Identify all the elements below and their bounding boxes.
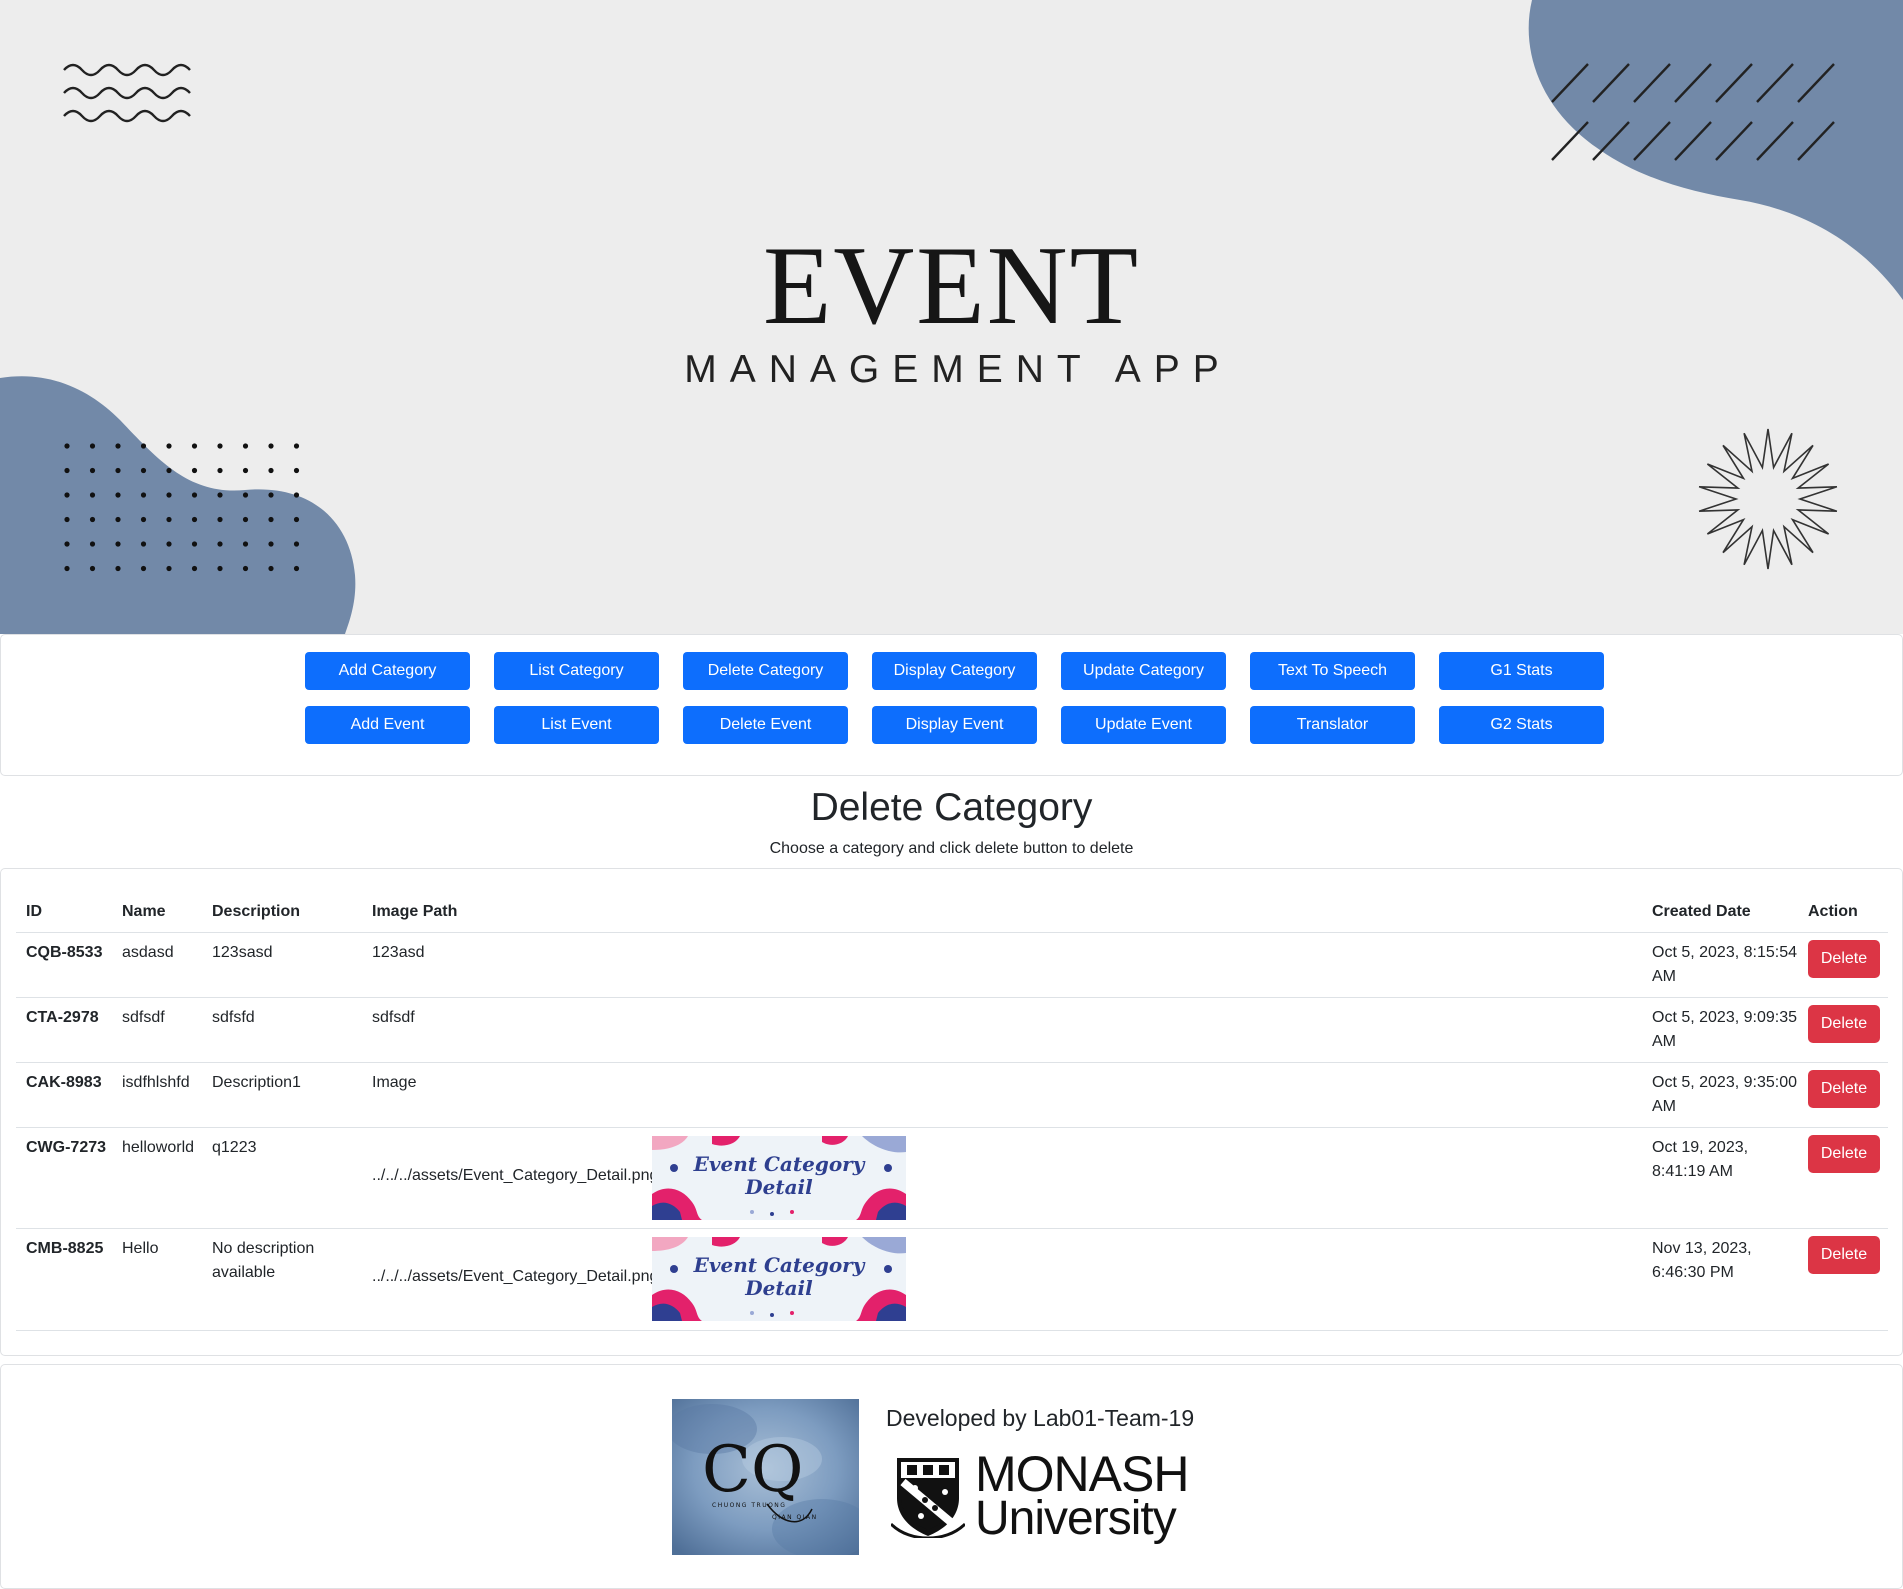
delete-row-button[interactable]: Delete — [1808, 940, 1880, 978]
category-image: Event Category Detail — [652, 1237, 906, 1321]
row-id: CAK-8983 — [26, 1074, 102, 1091]
delete-event-button[interactable]: Delete Event — [683, 706, 848, 744]
row-description: Description1 — [212, 1074, 301, 1091]
row-image-path: sdfsdf — [372, 1009, 415, 1026]
header-image-path: Image Path — [372, 903, 458, 920]
row-date-line1: Oct 5, 2023, 8:15:54 — [1652, 944, 1797, 961]
g1-stats-button[interactable]: G1 Stats — [1439, 652, 1604, 690]
navigation-card: Add Category List Category Delete Catego… — [0, 634, 1903, 776]
row-id: CMB-8825 — [26, 1240, 104, 1257]
wave-lines-icon — [63, 63, 191, 123]
table-row: CWG-7273 helloworld q1223 ../../../asset… — [16, 1128, 1888, 1229]
row-id: CQB-8533 — [26, 944, 103, 961]
row-image-path: 123asd — [372, 944, 425, 961]
row-date-line2: 8:41:19 AM — [1652, 1163, 1733, 1180]
page-title: Delete Category — [810, 786, 1093, 829]
row-description: 123sasd — [212, 944, 273, 961]
add-event-button[interactable]: Add Event — [305, 706, 470, 744]
developed-by-text: Developed by Lab01-Team-19 — [886, 1405, 1195, 1431]
starburst-icon — [1698, 428, 1838, 570]
row-name: asdasd — [122, 944, 174, 961]
display-event-button[interactable]: Display Event — [872, 706, 1037, 744]
svg-text:QIAN QIAN: QIAN QIAN — [772, 1514, 818, 1521]
nav-row-event: Add Event List Event Delete Event Displa… — [305, 706, 1604, 744]
delete-row-button[interactable]: Delete — [1808, 1005, 1880, 1043]
table-row: CTA-2978 sdfsdf sdfsfd sdfsdf Oct 5, 202… — [16, 998, 1888, 1063]
update-event-button[interactable]: Update Event — [1061, 706, 1226, 744]
g2-stats-button[interactable]: G2 Stats — [1439, 706, 1604, 744]
delete-category-button[interactable]: Delete Category — [683, 652, 848, 690]
header-name: Name — [122, 903, 166, 920]
table-row: CQB-8533 asdasd 123sasd 123asd Oct 5, 20… — [16, 933, 1888, 998]
row-name: helloworld — [122, 1139, 195, 1156]
list-event-button[interactable]: List Event — [494, 706, 659, 744]
row-name: sdfsdf — [122, 1009, 165, 1026]
cq-letters: CQ — [702, 1433, 803, 1507]
header-description: Description — [212, 903, 301, 920]
add-category-button[interactable]: Add Category — [305, 652, 470, 690]
category-image-caption-2: Detail — [745, 1276, 813, 1300]
hero-banner: EVENT MANAGEMENT APP — [0, 0, 1903, 634]
monash-crest-icon — [891, 1458, 965, 1538]
table-header: ID Name Description Image Path Created D… — [16, 891, 1888, 933]
row-date-line2: AM — [1652, 968, 1676, 985]
row-date-line1: Nov 13, 2023, — [1652, 1240, 1752, 1257]
hero-title: EVENT — [762, 224, 1140, 348]
translator-button[interactable]: Translator — [1250, 706, 1415, 744]
row-date-line1: Oct 5, 2023, 9:09:35 — [1652, 1009, 1797, 1026]
delete-row-button[interactable]: Delete — [1808, 1135, 1880, 1173]
row-image-path: ../../../assets/Event_Category_Detail.pn… — [372, 1268, 659, 1285]
university-word: University — [975, 1492, 1177, 1545]
row-description: q1223 — [212, 1139, 257, 1156]
page-subtitle: Choose a category and click delete butto… — [769, 840, 1134, 857]
row-date-line1: Oct 5, 2023, 9:35:00 — [1652, 1074, 1797, 1091]
category-image-caption-1: Event Category — [693, 1152, 865, 1176]
row-date-line2: AM — [1652, 1033, 1676, 1050]
row-id: CWG-7273 — [26, 1139, 107, 1156]
header-action: Action — [1808, 903, 1858, 920]
cq-logo: CQ CHUONG TRUONG QIAN QIAN — [672, 1399, 859, 1555]
nav-row-category: Add Category List Category Delete Catego… — [305, 652, 1604, 690]
table-row: CAK-8983 isdfhlshfd Description1 Image O… — [16, 1063, 1888, 1128]
row-date-line2: 6:46:30 PM — [1652, 1264, 1734, 1281]
monash-university-logo: MONASH University — [891, 1448, 1196, 1544]
delete-row-button[interactable]: Delete — [1808, 1070, 1880, 1108]
hero-subtitle: MANAGEMENT APP — [684, 348, 1232, 391]
row-name: isdfhlshfd — [122, 1074, 190, 1091]
row-date-line2: AM — [1652, 1098, 1676, 1115]
row-description: No description available — [212, 1240, 315, 1281]
category-image-caption-2: Detail — [745, 1175, 813, 1199]
footer-card: CQ CHUONG TRUONG QIAN QIAN Developed by … — [0, 1364, 1903, 1589]
row-image-path: ../../../assets/Event_Category_Detail.pn… — [372, 1167, 659, 1184]
svg-text:CHUONG TRUONG: CHUONG TRUONG — [712, 1502, 786, 1509]
category-table-card: ID Name Description Image Path Created D… — [0, 868, 1903, 1356]
row-date-line1: Oct 19, 2023, — [1652, 1139, 1749, 1156]
row-id: CTA-2978 — [26, 1009, 99, 1026]
category-image: Event Category Detail — [652, 1136, 906, 1220]
row-name: Hello — [122, 1240, 159, 1257]
update-category-button[interactable]: Update Category — [1061, 652, 1226, 690]
bottom-left-blob — [0, 376, 356, 634]
text-to-speech-button[interactable]: Text To Speech — [1250, 652, 1415, 690]
delete-row-button[interactable]: Delete — [1808, 1236, 1880, 1274]
row-description: sdfsfd — [212, 1009, 255, 1026]
display-category-button[interactable]: Display Category — [872, 652, 1037, 690]
table-row: CMB-8825 Hello No description available … — [16, 1229, 1888, 1331]
category-image-caption-1: Event Category — [693, 1253, 865, 1277]
header-created-date: Created Date — [1652, 903, 1751, 920]
row-image-path: Image — [372, 1074, 417, 1091]
header-id: ID — [26, 903, 42, 920]
list-category-button[interactable]: List Category — [494, 652, 659, 690]
